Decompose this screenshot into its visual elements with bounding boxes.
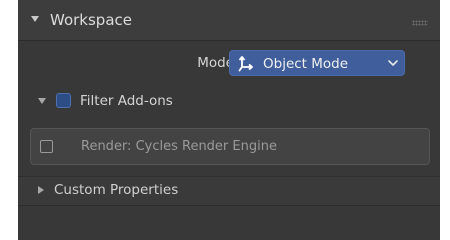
- chevron-down-icon[interactable]: [31, 16, 39, 22]
- filter-addons-label[interactable]: Filter Add-ons: [80, 93, 173, 109]
- divider: [18, 205, 440, 206]
- object-mode-icon: [238, 56, 253, 72]
- workspace-panel: Workspace Mode Object Mode Filter Add-on…: [18, 0, 440, 240]
- custom-properties-label[interactable]: Custom Properties: [54, 182, 178, 198]
- filter-addons-checkbox[interactable]: [56, 93, 71, 108]
- drag-grip-icon[interactable]: [412, 20, 428, 26]
- panel-header[interactable]: Workspace: [18, 0, 440, 41]
- addon-label[interactable]: Render: Cycles Render Engine: [81, 139, 277, 154]
- filter-expand-arrow-icon[interactable]: [38, 98, 46, 104]
- chevron-right-icon[interactable]: [38, 186, 44, 194]
- mode-label: Mode: [197, 55, 234, 71]
- addon-checkbox[interactable]: [40, 140, 53, 153]
- panel-title: Workspace: [50, 11, 132, 29]
- custom-properties-header[interactable]: Custom Properties: [18, 177, 440, 205]
- mode-value: Object Mode: [263, 56, 349, 72]
- addon-list: Render: Cycles Render Engine: [30, 128, 430, 165]
- chevron-down-icon: [388, 60, 398, 66]
- mode-dropdown[interactable]: Object Mode: [229, 50, 405, 76]
